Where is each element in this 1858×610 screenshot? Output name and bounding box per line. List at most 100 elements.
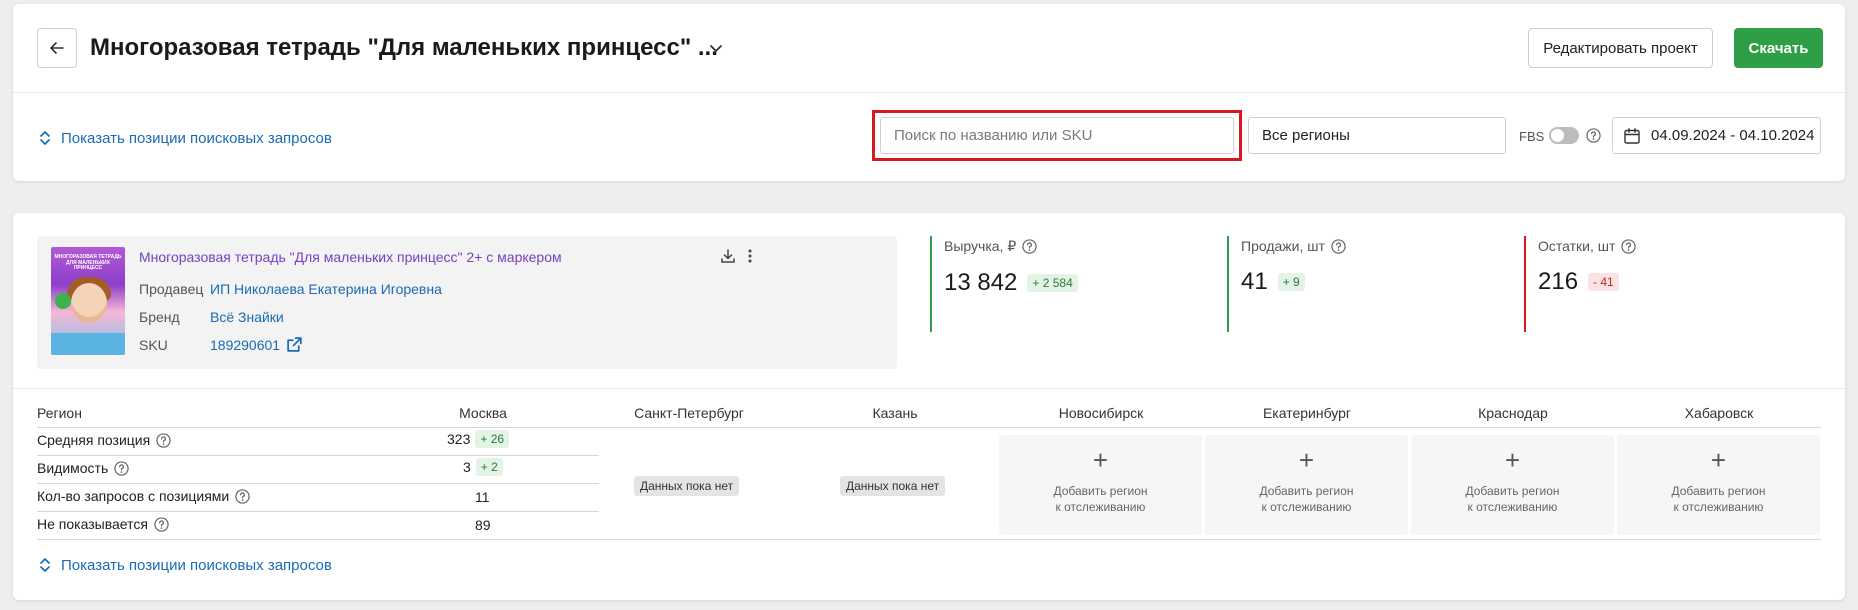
metric-value: 13 842 xyxy=(944,269,1018,296)
help-icon[interactable] xyxy=(156,432,171,448)
show-search-positions-link[interactable]: Показать позиции поисковых запросов xyxy=(39,129,332,147)
table-header-divider xyxy=(37,427,1821,428)
cover-bottom xyxy=(51,333,125,355)
no-data-badge-spb: Данных пока нет xyxy=(634,476,740,496)
seller-label: Продавец xyxy=(139,281,204,297)
row-label-not-shown: Не показывается xyxy=(37,516,169,532)
add-region-novosibirsk[interactable]: + Добавить регион к отслеживанию xyxy=(999,435,1202,535)
metric-label: Остатки, шт xyxy=(1538,238,1616,254)
cell-value: 11 xyxy=(475,489,490,505)
download-button[interactable]: Скачать xyxy=(1734,28,1823,68)
help-icon[interactable] xyxy=(1331,238,1346,254)
add-region-text: Добавить регион xyxy=(1259,484,1354,498)
cell-value: 323 xyxy=(447,431,471,447)
column-header-novosibirsk: Новосибирск xyxy=(1058,405,1144,421)
toggle-knob xyxy=(1551,129,1564,142)
expand-chevrons-icon xyxy=(40,131,50,145)
chevron-down-icon[interactable] xyxy=(708,40,724,56)
fbs-toggle[interactable] xyxy=(1549,127,1579,144)
plus-icon: + xyxy=(1298,445,1315,475)
region-select-value: Все регионы xyxy=(1262,127,1350,144)
brand-link[interactable]: Всё Знайки xyxy=(210,309,284,325)
add-region-ekaterinburg[interactable]: + Добавить регион к отслеживанию xyxy=(1205,435,1408,535)
column-header-moscow: Москва xyxy=(459,405,507,421)
column-header-krasnodar: Краснодар xyxy=(1478,405,1548,421)
sku-link[interactable]: 189290601 xyxy=(210,336,303,353)
column-header-khabarovsk: Хабаровск xyxy=(1684,405,1754,421)
visibility-value: 3 + 2 xyxy=(463,458,503,476)
row-label-avg-position: Средняя позиция xyxy=(37,432,171,448)
date-range-value: 04.09.2024 - 04.10.2024 xyxy=(1651,127,1815,144)
add-region-krasnodar[interactable]: + Добавить регион к отслеживанию xyxy=(1411,435,1614,535)
add-region-text: Добавить регион xyxy=(1465,484,1560,498)
help-icon[interactable] xyxy=(1586,128,1601,143)
date-range-picker[interactable]: 04.09.2024 - 04.10.2024 xyxy=(1612,117,1821,154)
plus-icon: + xyxy=(1092,445,1109,475)
brand-label: Бренд xyxy=(139,309,180,325)
row-label-text: Кол-во запросов с позициями xyxy=(37,488,230,504)
add-region-khabarovsk[interactable]: + Добавить регион к отслеживанию xyxy=(1617,435,1820,535)
edit-project-button[interactable]: Редактировать проект xyxy=(1528,28,1713,68)
cell-value: 3 xyxy=(463,459,471,475)
row-label-visibility: Видимость xyxy=(37,460,129,476)
sku-label: SKU xyxy=(139,337,168,353)
help-icon[interactable] xyxy=(114,460,129,476)
no-data-badge-kazan: Данных пока нет xyxy=(840,476,946,496)
external-link-icon xyxy=(287,337,302,352)
back-button[interactable] xyxy=(37,28,77,68)
calendar-icon xyxy=(1624,127,1640,144)
row-divider xyxy=(37,511,599,512)
metric-label: Продажи, шт xyxy=(1241,238,1325,254)
product-card: МНОГОРАЗОВАЯ ТЕТРАДЬ ДЛЯ МАЛЕНЬКИХ ПРИНЦ… xyxy=(13,213,1845,600)
add-region-text: Добавить регион xyxy=(1671,484,1766,498)
metric-sales: Продажи, шт 41 + 9 xyxy=(1227,236,1346,332)
row-divider xyxy=(37,483,599,484)
delta-badge: + 9 xyxy=(1277,273,1305,291)
region-select[interactable]: Все регионы xyxy=(1248,117,1506,154)
page-title: Многоразовая тетрадь "Для маленьких прин… xyxy=(90,34,718,61)
show-search-positions-link-bottom[interactable]: Показать позиции поисковых запросов xyxy=(39,556,332,574)
row-divider xyxy=(37,455,599,456)
cover-face xyxy=(71,283,107,323)
queries-with-positions-value: 11 xyxy=(475,489,490,505)
add-region-text: Добавить регион xyxy=(1053,484,1148,498)
add-region-text: к отслеживанию xyxy=(1261,500,1352,514)
sku-value: 189290601 xyxy=(210,336,281,353)
help-icon[interactable] xyxy=(235,488,250,504)
help-icon[interactable] xyxy=(1022,239,1037,254)
download-icon[interactable] xyxy=(720,248,736,264)
show-search-positions-label: Показать позиции поисковых запросов xyxy=(61,129,332,147)
project-header-card: Многоразовая тетрадь "Для маленьких прин… xyxy=(13,4,1845,181)
expand-chevrons-icon xyxy=(40,558,50,572)
seller-link[interactable]: ИП Николаева Екатерина Игоревна xyxy=(210,281,442,297)
column-header-ekaterinburg: Екатеринбург xyxy=(1262,405,1352,421)
row-label-text: Не показывается xyxy=(37,516,148,532)
row-label-text: Видимость xyxy=(37,460,109,476)
metric-value: 41 xyxy=(1241,268,1268,295)
more-vertical-icon[interactable] xyxy=(746,248,754,264)
product-title-link[interactable]: Многоразовая тетрадь "Для маленьких прин… xyxy=(139,249,562,265)
arrow-left-icon xyxy=(50,42,64,54)
column-header-spb: Санкт-Петербург xyxy=(634,405,744,421)
product-cover-image[interactable]: МНОГОРАЗОВАЯ ТЕТРАДЬ ДЛЯ МАЛЕНЬКИХ ПРИНЦ… xyxy=(51,247,125,355)
product-actions xyxy=(720,248,754,264)
divider xyxy=(13,92,1845,93)
table-bottom-divider xyxy=(37,539,1821,540)
plus-icon: + xyxy=(1710,445,1727,475)
product-info: МНОГОРАЗОВАЯ ТЕТРАДЬ ДЛЯ МАЛЕНЬКИХ ПРИНЦ… xyxy=(37,236,897,369)
delta-badge: - 41 xyxy=(1588,273,1619,291)
row-label-queries-with-positions: Кол-во запросов с позициями xyxy=(37,488,250,504)
show-search-positions-label: Показать позиции поисковых запросов xyxy=(61,556,332,574)
metric-revenue: Выручка, ₽ 13 842 + 2 584 xyxy=(930,236,1078,332)
avg-position-value: 323 + 26 xyxy=(447,430,510,448)
add-region-text: к отслеживанию xyxy=(1055,500,1146,514)
help-icon[interactable] xyxy=(154,516,169,532)
cell-value: 89 xyxy=(475,517,491,533)
divider xyxy=(13,388,1845,389)
not-shown-value: 89 xyxy=(475,517,491,533)
delta-badge: + 2 xyxy=(475,458,503,476)
metric-stock: Остатки, шт 216 - 41 xyxy=(1524,236,1637,332)
search-input[interactable] xyxy=(880,117,1234,154)
help-icon[interactable] xyxy=(1621,238,1637,254)
fbs-label: FBS xyxy=(1519,129,1545,144)
